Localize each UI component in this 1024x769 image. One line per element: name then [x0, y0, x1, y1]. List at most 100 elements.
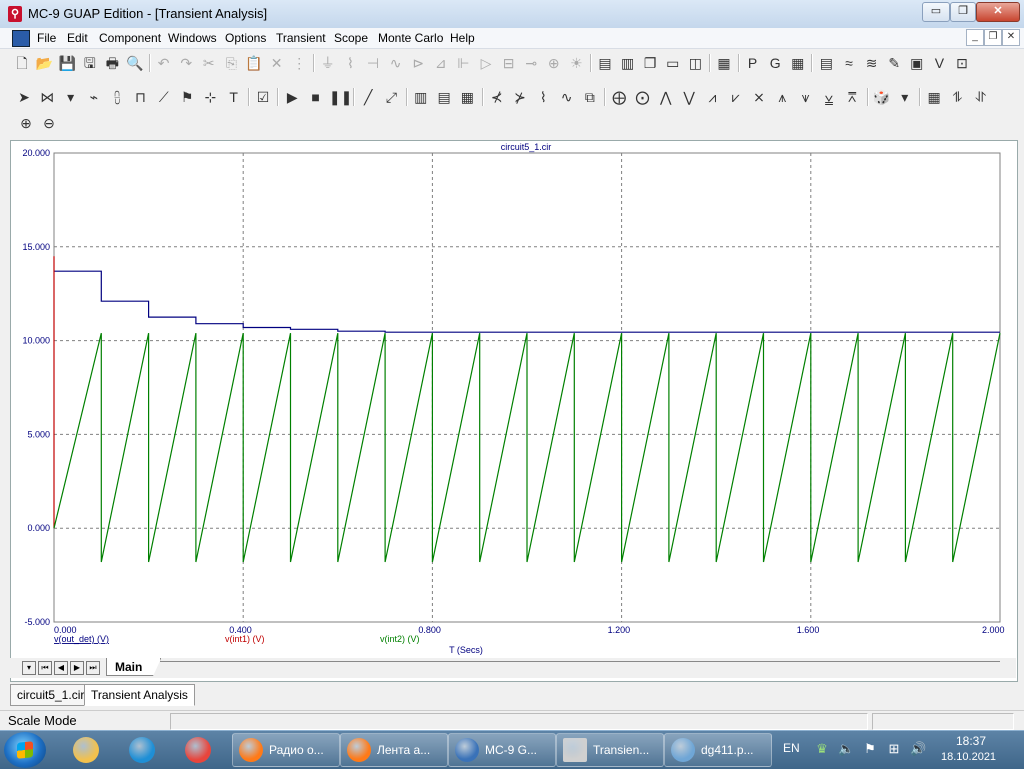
transient-plot[interactable]: 0.000 0.400 0.800 1.200 1.600 2.000-5.0000.00…: [11, 141, 1017, 657]
menu-component[interactable]: Component: [99, 31, 161, 45]
resistor-icon[interactable]: ⌇: [340, 53, 360, 73]
low-icon[interactable]: ⩗: [726, 87, 746, 107]
diagonal-icon[interactable]: ⟋: [154, 87, 174, 107]
transistor-icon[interactable]: ⊿: [431, 53, 451, 73]
open-file-icon[interactable]: 📂: [35, 53, 55, 73]
mdi-close-button[interactable]: ✕: [1002, 29, 1020, 46]
table-grid-icon[interactable]: ▦: [924, 87, 944, 107]
select-arrow-icon[interactable]: ➤: [14, 87, 34, 107]
grid-icon[interactable]: ▦: [788, 53, 808, 73]
node-icon[interactable]: ⊓: [131, 87, 151, 107]
task-firefox-lenta[interactable]: Лента а...: [340, 733, 448, 767]
clock-date[interactable]: 18.10.2021: [941, 751, 996, 763]
global-low-icon[interactable]: ⩛: [796, 87, 816, 107]
step-back-icon[interactable]: ⥯: [971, 87, 991, 107]
pencil-icon[interactable]: ✎: [884, 53, 904, 73]
cut-icon[interactable]: ✂: [199, 53, 219, 73]
paste-icon[interactable]: 📋: [244, 53, 264, 73]
wave-icon[interactable]: ≈: [839, 53, 859, 73]
capacitor-icon[interactable]: ⊣: [363, 53, 383, 73]
minimize-button[interactable]: ▭: [922, 2, 950, 22]
scale-icon[interactable]: ⧉: [580, 87, 600, 107]
save-icon[interactable]: 💾: [57, 53, 77, 73]
ground-icon[interactable]: ⏚: [318, 53, 338, 73]
cursor-line-icon[interactable]: ⤢: [382, 87, 402, 107]
grid-coarse-icon[interactable]: ▤: [434, 87, 454, 107]
mdi-restore-button[interactable]: ❐: [984, 29, 1002, 46]
new-file-icon[interactable]: 🗋: [12, 53, 32, 73]
title-bar[interactable]: ⚲ MC-9 GUAP Edition - [Transient Analysi…: [0, 0, 1024, 28]
flag-icon[interactable]: ⚑: [177, 87, 197, 107]
animate-icon[interactable]: 🎲: [872, 87, 892, 107]
zigzag-icon[interactable]: ≋: [862, 53, 882, 73]
last-page-button[interactable]: ⏭: [86, 661, 100, 675]
zoom-window-icon[interactable]: ⊡: [952, 53, 972, 73]
menu-scope[interactable]: Scope: [334, 31, 368, 45]
g-text-icon[interactable]: G: [765, 53, 785, 73]
print-icon[interactable]: 🖶: [102, 53, 122, 73]
chrome-pinned[interactable]: [176, 735, 220, 765]
tile-icon[interactable]: ▭: [663, 53, 683, 73]
document-system-icon[interactable]: [12, 30, 30, 47]
dropdown2-icon[interactable]: ▾: [895, 87, 915, 107]
grid-off-icon[interactable]: ▦: [457, 87, 477, 107]
menu-transient[interactable]: Transient: [276, 31, 326, 45]
cursor-b-icon[interactable]: ⊁: [510, 87, 530, 107]
start-button[interactable]: [4, 732, 46, 768]
copy-icon[interactable]: ⎘: [221, 53, 241, 73]
window-icon[interactable]: ◫: [685, 53, 705, 73]
bulb-icon[interactable]: ☀: [566, 53, 586, 73]
valley-icon[interactable]: ⋁: [679, 87, 699, 107]
delete-icon[interactable]: ✕: [267, 53, 287, 73]
cascade-icon[interactable]: ❐: [640, 53, 660, 73]
properties-icon[interactable]: ☑: [253, 87, 273, 107]
series-line-3[interactable]: [53, 332, 1001, 563]
menu-options[interactable]: Options: [225, 31, 266, 45]
task-mc9[interactable]: MC-9 G...: [448, 733, 556, 767]
inflection-icon[interactable]: ⨯: [749, 87, 769, 107]
probe-icon[interactable]: ⊕: [544, 53, 564, 73]
text-icon[interactable]: T: [224, 87, 244, 107]
mosfet-icon[interactable]: ⊩: [453, 53, 473, 73]
zoom-in-icon[interactable]: ⊕: [16, 113, 36, 133]
bus-icon[interactable]: ⩉: [107, 87, 127, 107]
battery-icon[interactable]: ⊟: [499, 53, 519, 73]
legend-v-int1[interactable]: v(int1) (V): [225, 634, 265, 644]
global-high-icon[interactable]: ⩚: [772, 87, 792, 107]
select-all-icon[interactable]: ⋮: [289, 53, 309, 73]
redo-icon[interactable]: ↷: [176, 53, 196, 73]
crosshair-h-icon[interactable]: ⨁: [609, 87, 629, 107]
volume-tray-icon[interactable]: 🔊: [910, 741, 926, 757]
first-page-button[interactable]: ⏮: [38, 661, 52, 675]
clock-time[interactable]: 18:37: [956, 734, 986, 748]
print-preview-icon[interactable]: 🔍: [125, 53, 145, 73]
layout-1-icon[interactable]: ▤: [595, 53, 615, 73]
zoom-out-icon[interactable]: ⊖: [39, 113, 59, 133]
step-icon[interactable]: ⥮: [947, 87, 967, 107]
slope-icon[interactable]: ⩣: [819, 87, 839, 107]
action-center-flag-icon[interactable]: ⚑: [862, 741, 878, 757]
legend-v-out-det[interactable]: v(out_det) (V): [54, 634, 109, 644]
dropdown-icon[interactable]: ▾: [61, 87, 81, 107]
stop-icon[interactable]: ■: [306, 87, 326, 107]
task-transient[interactable]: Transien...: [556, 733, 664, 767]
menu-windows[interactable]: Windows: [168, 31, 217, 45]
page-dropdown-button[interactable]: ▾: [22, 661, 36, 675]
line-icon[interactable]: ╱: [358, 87, 378, 107]
multiple-peak-icon[interactable]: ⩞: [842, 87, 862, 107]
save-all-icon[interactable]: 🖫: [80, 53, 100, 73]
language-indicator[interactable]: EN: [783, 741, 800, 755]
high-icon[interactable]: ⩘: [702, 87, 722, 107]
menu-edit[interactable]: Edit: [67, 31, 88, 45]
network-tray-icon[interactable]: ⊞: [886, 741, 902, 757]
source-icon[interactable]: ⊸: [521, 53, 541, 73]
calculator-icon[interactable]: ▦: [714, 53, 734, 73]
menu-file[interactable]: File: [37, 31, 56, 45]
security-tray-icon[interactable]: ♛: [814, 741, 830, 757]
close-button[interactable]: ✕: [976, 2, 1020, 22]
plot-window[interactable]: 0.000 0.400 0.800 1.200 1.600 2.000 -5.000 0.00…: [10, 140, 1018, 682]
peak-icon[interactable]: ⋀: [656, 87, 676, 107]
speaker-tray-icon[interactable]: 🔈: [838, 741, 854, 757]
prev-page-button[interactable]: ◀: [54, 661, 68, 675]
cursor-a-icon[interactable]: ⊀: [487, 87, 507, 107]
